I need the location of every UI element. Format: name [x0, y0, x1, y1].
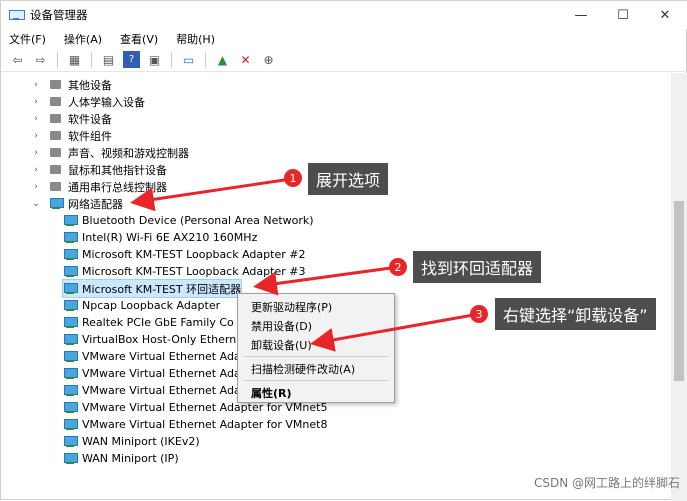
arrow-to-uninstall-device — [310, 312, 480, 352]
step-badge-1: 1 — [284, 169, 302, 187]
callout-2: 找到环回适配器 — [413, 251, 542, 283]
annotation-arrows — [130, 177, 480, 352]
callout-1: 展开选项 — [308, 163, 389, 195]
step-badge-3: 3 — [470, 305, 488, 323]
watermark: CSDN @网工路上的绊脚石 — [533, 476, 680, 490]
callout-3: 右键选择“卸载设备” — [495, 298, 656, 330]
arrow-to-loopback-adapter — [253, 265, 399, 296]
arrow-to-network-adapters — [130, 177, 292, 212]
step-badge-2: 2 — [389, 258, 407, 276]
device-manager-window: 设备管理器 — ☐ ✕ 文件(F) 操作(A) 查看(V) 帮助(H) ⇦ ⇨ … — [0, 0, 687, 501]
